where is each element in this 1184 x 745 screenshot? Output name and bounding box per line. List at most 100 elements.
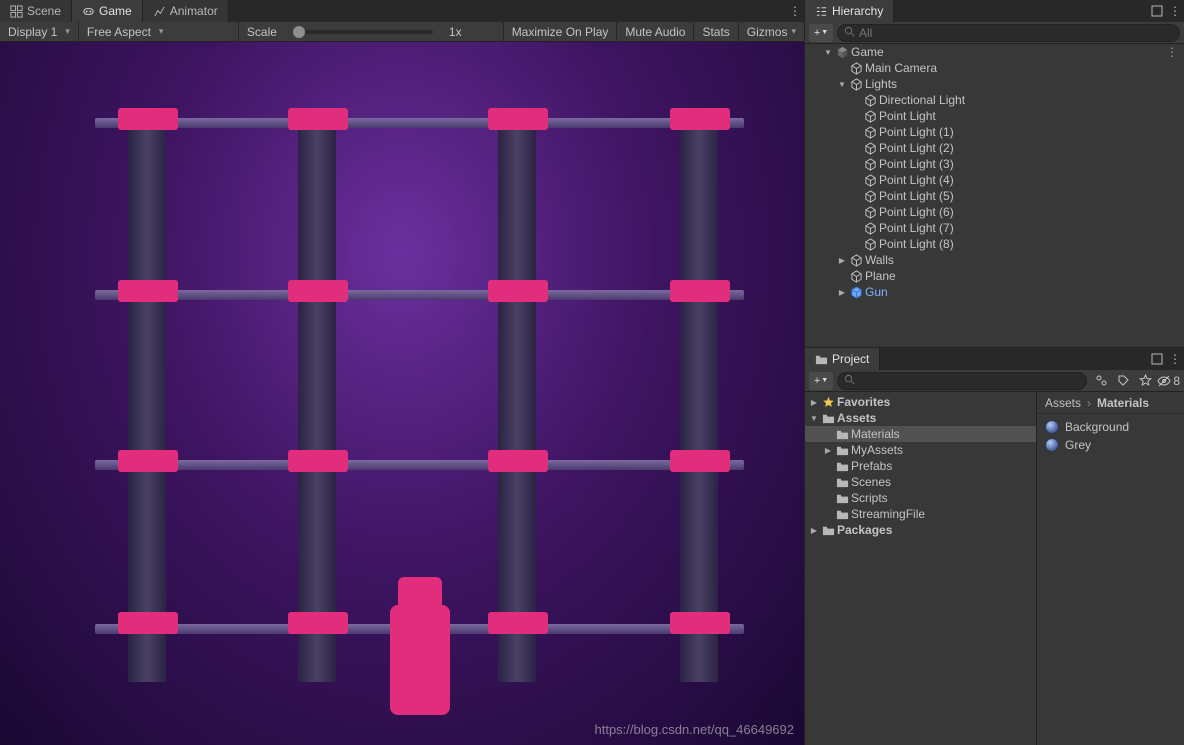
maximize-toggle[interactable]: Maximize On Play — [503, 22, 617, 41]
project-tree-row[interactable]: Favorites — [805, 394, 1036, 410]
foldout-arrow[interactable] — [809, 414, 819, 423]
pane-maximize-icon[interactable] — [1148, 0, 1166, 22]
project-tree-row[interactable]: Assets — [805, 410, 1036, 426]
project-tree-row[interactable]: Packages — [805, 522, 1036, 538]
tree-row[interactable]: Walls — [805, 252, 1184, 268]
project-tree-row[interactable]: MyAssets — [805, 442, 1036, 458]
asset-item[interactable]: Grey — [1041, 436, 1180, 454]
mute-toggle[interactable]: Mute Audio — [616, 22, 693, 41]
tree-label: Point Light (1) — [879, 125, 954, 139]
breadcrumb-item[interactable]: Assets — [1045, 396, 1081, 410]
project-search[interactable] — [837, 372, 1087, 390]
asset-item[interactable]: Background — [1041, 418, 1180, 436]
pane-maximize-icon[interactable] — [1148, 348, 1166, 370]
tree-row[interactable]: Point Light (1) — [805, 124, 1184, 140]
gizmos-dropdown[interactable]: Gizmos — [738, 22, 804, 41]
project-search-input[interactable] — [859, 374, 1080, 388]
search-by-type-icon[interactable] — [1091, 372, 1111, 390]
tab-label: Animator — [170, 4, 218, 18]
prefab-icon — [849, 285, 863, 299]
pane-menu-icon[interactable]: ⋮ — [786, 0, 804, 22]
tree-label: Lights — [865, 77, 897, 91]
tab-scene[interactable]: Scene — [0, 0, 72, 22]
foldout-arrow[interactable] — [837, 288, 847, 297]
tree-row[interactable]: Main Camera — [805, 60, 1184, 76]
tree-label: Plane — [865, 269, 896, 283]
gameobject-icon — [863, 205, 877, 219]
project-tree-row[interactable]: Prefabs — [805, 458, 1036, 474]
stats-toggle[interactable]: Stats — [693, 22, 737, 41]
search-by-label-icon[interactable] — [1113, 372, 1133, 390]
project-tree-row[interactable]: StreamingFile — [805, 506, 1036, 522]
project-tab-strip: Project ⋮ — [805, 348, 1184, 370]
tree-row[interactable]: Gun — [805, 284, 1184, 300]
hierarchy-tree[interactable]: Game⋮Main CameraLights Directional Light P… — [805, 44, 1184, 347]
tree-row[interactable]: Point Light (5) — [805, 188, 1184, 204]
foldout-arrow[interactable] — [837, 80, 847, 89]
pane-menu-icon[interactable]: ⋮ — [1166, 348, 1184, 370]
project-tree-row[interactable]: Scripts — [805, 490, 1036, 506]
pane-menu-icon[interactable]: ⋮ — [1166, 0, 1184, 22]
tree-row[interactable]: Game⋮ — [805, 44, 1184, 60]
tab-game[interactable]: Game — [72, 0, 143, 22]
tree-label: Directional Light — [879, 93, 965, 107]
scale-thumb[interactable] — [293, 26, 305, 38]
foldout-arrow[interactable] — [823, 48, 833, 57]
scale-slider[interactable] — [293, 30, 433, 34]
row-menu-icon[interactable]: ⋮ — [1164, 45, 1180, 59]
breadcrumb[interactable]: Assets › Materials — [1037, 392, 1184, 414]
tab-label: Scene — [27, 4, 61, 18]
tree-label: Packages — [837, 523, 892, 537]
breadcrumb-item[interactable]: Materials — [1097, 396, 1149, 410]
tab-label: Game — [99, 4, 132, 18]
create-dropdown[interactable]: +▼ — [809, 24, 833, 42]
asset-label: Grey — [1065, 438, 1091, 452]
tree-label: Point Light (3) — [879, 157, 954, 171]
tree-row[interactable]: Point Light (4) — [805, 172, 1184, 188]
tree-label: Walls — [865, 253, 894, 267]
game-viewport[interactable]: https://blog.csdn.net/qq_46649692 — [0, 42, 804, 745]
tree-label: MyAssets — [851, 443, 903, 457]
tree-row[interactable]: Point Light (7) — [805, 220, 1184, 236]
tree-row[interactable]: Point Light (6) — [805, 204, 1184, 220]
tree-label: Point Light — [879, 109, 936, 123]
hierarchy-icon — [815, 5, 828, 18]
folder-icon — [835, 427, 849, 441]
foldout-arrow[interactable] — [809, 398, 819, 407]
tab-project[interactable]: Project — [805, 348, 880, 370]
tree-row[interactable]: Point Light (8) — [805, 236, 1184, 252]
favorite-star-icon[interactable] — [1135, 372, 1155, 390]
tree-label: Point Light (2) — [879, 141, 954, 155]
asset-list[interactable]: Background Grey — [1037, 414, 1184, 458]
main-tab-strip: Scene Game Animator ⋮ — [0, 0, 804, 22]
foldout-arrow[interactable] — [809, 526, 819, 535]
hierarchy-search[interactable] — [837, 24, 1180, 42]
tree-row[interactable]: Point Light — [805, 108, 1184, 124]
tab-animator[interactable]: Animator — [143, 0, 229, 22]
gameobject-icon — [849, 77, 863, 91]
hidden-items-toggle[interactable]: 8 — [1157, 374, 1180, 388]
scale-value: 1x — [441, 22, 470, 41]
folder-icon — [821, 523, 835, 537]
foldout-arrow[interactable] — [837, 256, 847, 265]
tree-row[interactable]: Point Light (3) — [805, 156, 1184, 172]
tree-label: Scenes — [851, 475, 891, 489]
project-folder-tree[interactable]: FavoritesAssetsMaterialsMyAssetsPrefabsS… — [805, 392, 1037, 745]
gameobject-icon — [863, 237, 877, 251]
hierarchy-search-input[interactable] — [859, 26, 1173, 40]
foldout-arrow[interactable] — [823, 446, 833, 455]
tree-row[interactable]: Plane — [805, 268, 1184, 284]
scene-icon — [10, 5, 23, 18]
aspect-dropdown[interactable]: Free Aspect — [79, 22, 239, 41]
tree-label: Point Light (4) — [879, 173, 954, 187]
tab-hierarchy[interactable]: Hierarchy — [805, 0, 894, 22]
project-create-dropdown[interactable]: +▼ — [809, 372, 833, 390]
animator-icon — [153, 5, 166, 18]
hierarchy-tab-strip: Hierarchy ⋮ — [805, 0, 1184, 22]
project-tree-row[interactable]: Materials — [805, 426, 1036, 442]
tree-row[interactable]: Directional Light — [805, 92, 1184, 108]
project-tree-row[interactable]: Scenes — [805, 474, 1036, 490]
tree-row[interactable]: Point Light (2) — [805, 140, 1184, 156]
tree-row[interactable]: Lights — [805, 76, 1184, 92]
display-dropdown[interactable]: Display 1 — [0, 22, 79, 41]
